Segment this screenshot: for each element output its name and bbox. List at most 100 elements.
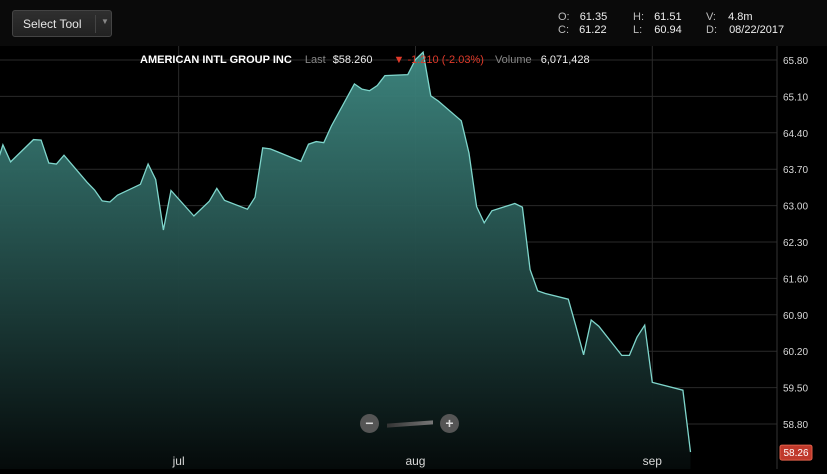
dropdown-separator [95, 15, 96, 33]
data-point [430, 95, 432, 97]
ohlc-close-value: 61.22 [579, 24, 607, 36]
y-tick-label: 60.90 [783, 311, 808, 322]
data-point [155, 178, 157, 180]
data-point [32, 138, 34, 140]
data-point [636, 336, 638, 338]
data-point [460, 120, 462, 122]
data-point [621, 354, 623, 356]
data-point [101, 200, 103, 202]
chevron-down-icon: ▼ [101, 17, 109, 26]
data-point [109, 201, 111, 203]
last-value-marker: 58.26 [779, 444, 813, 461]
data-point [277, 151, 279, 153]
y-tick-label: 61.60 [783, 274, 808, 285]
ohlc-open: O: 61.35 [558, 11, 607, 23]
data-point [689, 451, 691, 453]
x-tick-label: aug [405, 454, 425, 468]
quote-info-bar: AMERICAN INTL GROUP INC Last $58.260 ▼ -… [140, 54, 590, 66]
chart-svg[interactable]: 65.80 65.10 64.40 63.70 63.00 62.30 61.60 60.90… [0, 46, 827, 469]
data-point [261, 147, 263, 149]
data-point [544, 292, 546, 294]
price-change: ▼ -1.210 (-2.03%) [393, 54, 484, 66]
data-point [300, 160, 302, 162]
zoom-slider[interactable] [387, 420, 433, 428]
last-label: Last [304, 54, 326, 66]
data-point [246, 208, 248, 210]
ohlc-volume: V: 4.8m [706, 11, 753, 23]
data-point [315, 140, 317, 142]
y-tick-label: 59.50 [783, 384, 808, 395]
zoom-control: − + [360, 414, 460, 434]
price-area [0, 52, 691, 469]
ohlc-low: L: 60.94 [633, 24, 682, 36]
data-point [567, 298, 569, 300]
data-point [9, 161, 11, 163]
data-point [48, 162, 50, 164]
ohlc-close: C: 61.22 [558, 24, 607, 36]
data-point [598, 325, 600, 327]
y-tick-label: 63.00 [783, 202, 808, 213]
select-tool-dropdown[interactable]: Select Tool ▼ [12, 10, 112, 37]
data-point [537, 290, 539, 292]
x-tick-label: jul [172, 454, 185, 468]
data-point [368, 89, 370, 91]
data-point [582, 354, 584, 356]
data-point [193, 215, 195, 217]
data-point [353, 83, 355, 85]
y-tick-label: 65.80 [783, 56, 808, 67]
zoom-out-button[interactable]: − [360, 414, 379, 433]
data-point [93, 189, 95, 191]
ohlc-low-value: 60.94 [654, 24, 682, 36]
data-point [521, 206, 523, 208]
ohlc-close-label: C: [558, 24, 569, 36]
data-point [223, 199, 225, 201]
data-point [682, 389, 684, 391]
y-tick-label: 65.10 [783, 92, 808, 103]
data-point [384, 74, 386, 76]
zoom-in-button[interactable]: + [440, 414, 459, 433]
data-point [2, 144, 4, 146]
data-point [147, 163, 149, 165]
data-point [483, 222, 485, 224]
data-point [575, 325, 577, 327]
price-chart[interactable]: 65.80 65.10 64.40 63.70 63.00 62.30 61.60 60.90… [0, 46, 827, 469]
data-point [323, 141, 325, 143]
data-point [643, 324, 645, 326]
symbol-name: AMERICAN INTL GROUP INC [140, 54, 292, 66]
data-point [376, 84, 378, 86]
data-point [139, 183, 141, 185]
data-point [330, 125, 332, 127]
data-point [86, 181, 88, 183]
data-point [491, 210, 493, 212]
data-point [269, 148, 271, 150]
y-axis: 65.80 65.10 64.40 63.70 63.00 62.30 61.60 60.90… [783, 56, 808, 431]
y-tick-label: 58.80 [783, 420, 808, 431]
data-point [170, 189, 172, 191]
data-point [628, 354, 630, 356]
ohlc-high-value: 61.51 [654, 11, 682, 23]
volume-label: Volume [494, 54, 532, 66]
y-tick-label: 62.30 [783, 238, 808, 249]
data-point [651, 381, 653, 383]
ohlc-low-label: L: [633, 24, 643, 36]
data-point [254, 196, 256, 198]
data-point [468, 152, 470, 154]
data-point [514, 202, 516, 204]
data-point [361, 88, 363, 90]
data-point [307, 143, 309, 145]
data-point [162, 229, 164, 231]
data-point [116, 194, 118, 196]
ohlc-volume-value: 4.8m [728, 11, 753, 23]
data-point [55, 163, 57, 165]
ohlc-volume-label: V: [706, 11, 716, 23]
ohlc-high: H: 61.51 [633, 11, 682, 23]
data-point [590, 319, 592, 321]
data-point [40, 139, 42, 141]
data-point [437, 100, 439, 102]
volume-value: 6,071,428 [540, 54, 590, 66]
data-point [208, 200, 210, 202]
select-tool-label: Select Tool [23, 17, 82, 31]
last-value-label: 58.26 [783, 448, 808, 459]
ohlc-open-label: O: [558, 11, 570, 23]
ohlc-date: D: 08/22/2017 [706, 24, 784, 36]
